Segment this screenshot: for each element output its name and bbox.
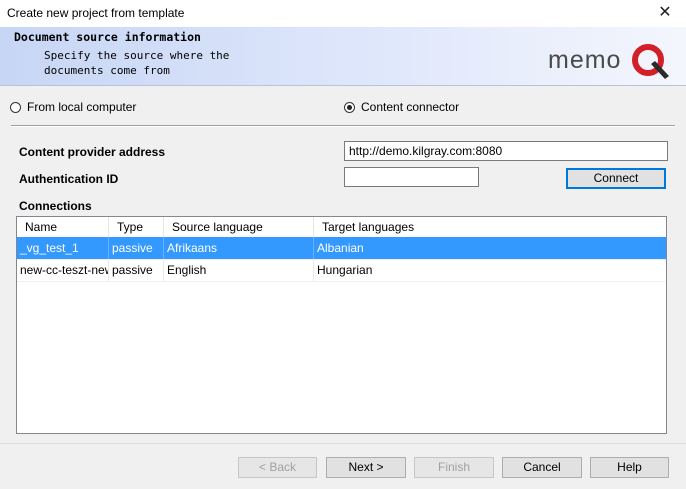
finish-button[interactable]: Finish: [414, 457, 494, 478]
footer-separator: [0, 443, 686, 444]
table-row[interactable]: _vg_test_1 passive Afrikaans Albanian: [17, 237, 666, 260]
column-header-source[interactable]: Source language: [164, 217, 314, 237]
radio-connector-label: Content connector: [361, 100, 460, 114]
logo-q-icon: Q: [631, 43, 669, 79]
cell-name: _vg_test_1: [17, 237, 109, 259]
help-button[interactable]: Help: [590, 457, 669, 478]
wizard-header: Document source information Specify the …: [0, 27, 686, 86]
title-bar: Create new project from template ✕: [0, 0, 686, 27]
cell-type: passive: [109, 237, 164, 259]
cell-source: English: [164, 259, 314, 281]
radio-content-connector[interactable]: Content connector: [344, 100, 459, 114]
column-header-target[interactable]: Target languages: [314, 217, 666, 237]
column-header-name[interactable]: Name: [17, 217, 109, 237]
step-description: Specify the source where the documents c…: [44, 49, 230, 77]
cell-name: new-cc-teszt-new: [17, 259, 109, 281]
window-title: Create new project from template: [7, 6, 185, 20]
radio-connector-indicator[interactable]: [344, 101, 355, 113]
logo-q-letter: Q: [631, 43, 632, 45]
cell-target: Albanian: [317, 241, 364, 255]
connections-list[interactable]: Name Type Source language Target languag…: [16, 216, 667, 434]
connect-button[interactable]: Connect: [566, 168, 666, 189]
provider-address-input[interactable]: http://demo.kilgray.com:8080: [344, 141, 668, 161]
connections-label: Connections: [19, 199, 92, 213]
cell-type: passive: [109, 259, 164, 281]
cell-source: Afrikaans: [164, 237, 314, 259]
radio-local-label: From local computer: [27, 100, 137, 114]
cancel-button[interactable]: Cancel: [502, 457, 582, 478]
close-icon[interactable]: ✕: [648, 1, 682, 25]
logo-text: memo: [548, 46, 622, 74]
cell-target: Hungarian: [317, 263, 373, 277]
table-header: Name Type Source language Target languag…: [17, 217, 666, 238]
provider-address-label: Content provider address: [19, 145, 166, 159]
column-header-type[interactable]: Type: [109, 217, 164, 237]
radio-local-computer[interactable]: From local computer: [10, 100, 136, 114]
auth-id-label: Authentication ID: [19, 172, 119, 186]
step-title: Document source information: [14, 30, 201, 44]
table-row[interactable]: new-cc-teszt-new passive English Hungari…: [17, 259, 666, 282]
separator: [11, 125, 675, 127]
auth-id-input[interactable]: [344, 167, 479, 187]
radio-local-indicator[interactable]: [10, 101, 21, 113]
next-button[interactable]: Next >: [326, 457, 406, 478]
back-button[interactable]: < Back: [238, 457, 317, 478]
